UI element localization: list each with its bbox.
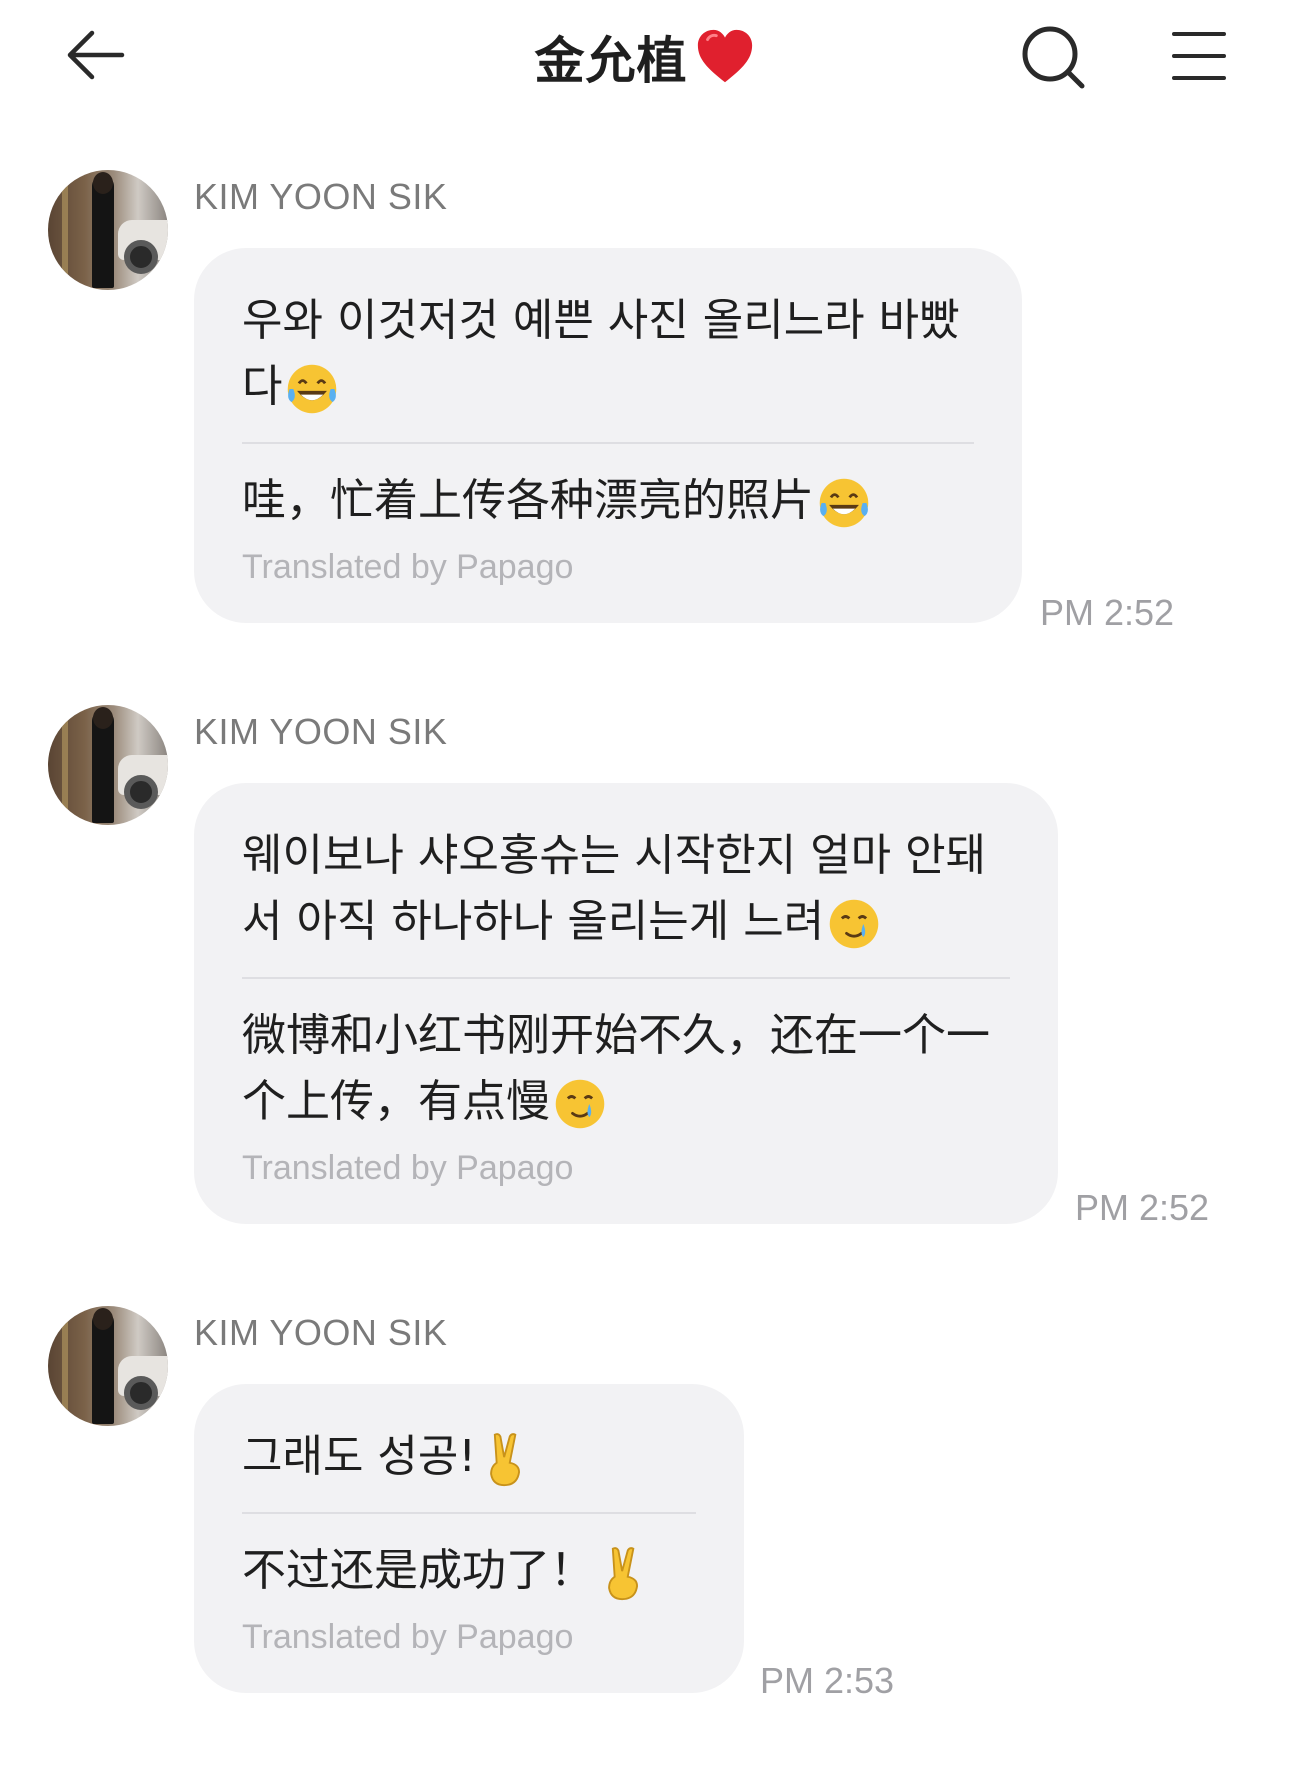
tears-of-joy-emoji: [819, 478, 869, 528]
message-translation: 哇，忙着上传各种漂亮的照片: [242, 468, 974, 534]
message-time: PM 2:53: [760, 1660, 895, 1701]
translation-credit: Translated by Papago: [242, 1149, 574, 1187]
translation-divider: [242, 1512, 696, 1514]
sender-name: KIM YOON SIK: [194, 1312, 448, 1353]
message-translation-text: 不过还是成功了！: [242, 1545, 594, 1596]
avatar[interactable]: [48, 170, 168, 290]
message-translation: 微博和小红书刚开始不久，还在一个一个上传，有点慢: [242, 1003, 1010, 1135]
sender-name: KIM YOON SIK: [194, 176, 448, 217]
message-translation-text: 微博和小红书刚开始不久，还在一个一个上传，有点慢: [242, 1010, 990, 1127]
menu-button[interactable]: [1170, 28, 1228, 84]
translation-divider: [242, 442, 974, 444]
chat-title: 金允植: [0, 22, 1290, 92]
message-original: 웨이보나 샤오홍슈는 시작한지 얼마 안돼서 아직 하나하나 올리는게 느려: [242, 823, 1010, 955]
avatar[interactable]: [48, 1306, 168, 1426]
translation-divider: [242, 977, 1010, 979]
menu-icon: [1172, 32, 1226, 80]
chat-header: 金允植: [0, 0, 1290, 112]
sender-name: KIM YOON SIK: [194, 711, 448, 752]
message-original: 우와 이것저것 예쁜 사진 올리느라 바빴다: [242, 288, 974, 420]
heart-icon: [697, 29, 752, 83]
victory-hand-emoji: [490, 1433, 521, 1487]
message-original: 그래도 성공!: [242, 1424, 696, 1490]
message-bubble[interactable]: 웨이보나 샤오홍슈는 시작한지 얼마 안돼서 아직 하나하나 올리는게 느려 微…: [194, 783, 1058, 1224]
message-original-text: 우와 이것저것 예쁜 사진 올리느라 바빴다: [242, 295, 960, 412]
tears-of-joy-emoji: [288, 364, 337, 414]
message-translation: 不过还是成功了！: [242, 1538, 696, 1604]
translation-credit: Translated by Papago: [242, 1618, 574, 1656]
message-time: PM 2:52: [1040, 592, 1175, 633]
search-icon: [1022, 26, 1085, 89]
search-button[interactable]: [1018, 22, 1090, 94]
message-translation-text: 哇，忙着上传各种漂亮的照片: [242, 475, 814, 526]
translation-credit: Translated by Papago: [242, 548, 574, 586]
message-time: PM 2:52: [1075, 1187, 1210, 1228]
message-original-text: 그래도 성공!: [242, 1431, 477, 1482]
smiling-with-tear-emoji: [555, 1079, 605, 1129]
chat-title-text: 金允植: [534, 32, 688, 90]
chat-screen: 金允植 KIM YOON SIK 우와 이것저것 예쁜 사진 올리느라 바빴다 …: [0, 0, 1290, 1774]
smiling-with-tear-emoji: [829, 899, 879, 949]
message-bubble[interactable]: 우와 이것저것 예쁜 사진 올리느라 바빴다 哇，忙着上传各种漂亮的照片 Tra…: [194, 248, 1022, 623]
avatar[interactable]: [48, 705, 168, 825]
message-bubble[interactable]: 그래도 성공! 不过还是成功了！ Translated by Papago: [194, 1384, 744, 1693]
victory-hand-emoji: [608, 1547, 639, 1601]
